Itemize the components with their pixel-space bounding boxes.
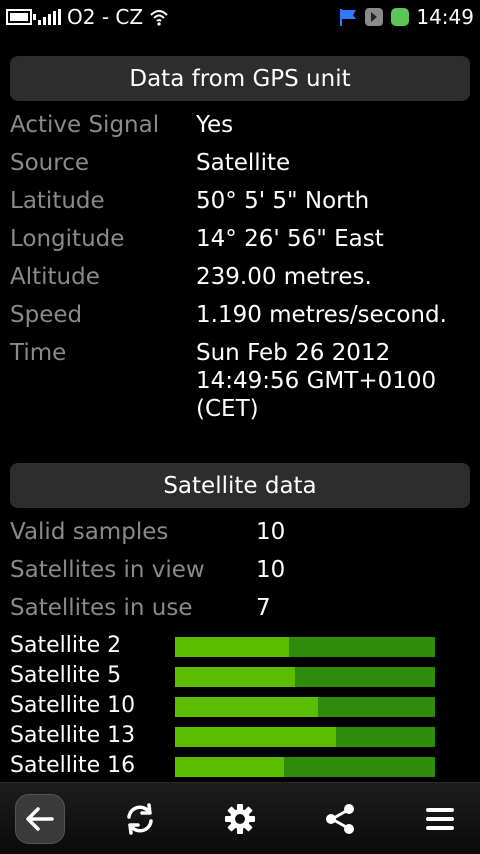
active-signal-value: Yes [196,112,234,138]
satellite-signal-bar [175,637,435,657]
satellite-signal-fill [175,757,285,777]
satellite-name: Satellite 5 [10,663,122,688]
gps-app-icon [365,8,384,26]
satellites-in-view-value: 10 [256,557,286,583]
satellite-signal-fill [175,637,290,657]
signal-strength-icon [38,9,61,25]
menu-button[interactable] [415,794,465,844]
share-icon [326,804,354,834]
share-button[interactable] [315,794,365,844]
time-value-line-1: Sun Feb 26 2012 [196,340,391,366]
latitude-value: 50° 5' 5" North [196,188,370,214]
source-label: Source [10,150,89,176]
satellite-signal-bar [175,697,435,717]
bottom-toolbar [0,782,480,854]
wifi-icon [150,10,168,26]
satellite-name: Satellite 2 [10,633,122,658]
gear-icon [225,804,255,834]
altitude-value: 239.00 metres. [196,264,372,290]
latitude-label: Latitude [10,188,105,214]
time-value-line-2: 14:49:56 GMT+0100 [196,368,437,394]
carrier-name: O2 - CZ [67,5,144,29]
longitude-label: Longitude [10,226,125,252]
satellites-in-view-label: Satellites in view [10,557,205,583]
satellite-signal-bar [175,667,435,687]
speed-value: 1.190 metres/second. [196,302,447,328]
satellite-signal-fill [175,727,337,747]
valid-samples-label: Valid samples [10,519,169,545]
time-label: Time [10,340,67,366]
flag-icon [340,9,357,26]
status-left: O2 - CZ [6,5,169,29]
menu-icon [426,808,454,830]
battery-icon [6,9,36,25]
altitude-label: Altitude [10,264,100,290]
settings-button[interactable] [215,794,265,844]
refresh-button[interactable] [115,794,165,844]
satellites-in-use-value: 7 [256,595,271,621]
satellite-signal-fill [175,667,295,687]
status-right: 14:49 [338,5,474,29]
speed-label: Speed [10,302,83,328]
satellite-signal-bar [175,757,435,777]
active-signal-label: Active Signal [10,112,160,138]
satellite-name: Satellite 16 [10,753,136,778]
longitude-value: 14° 26' 56" East [196,226,384,252]
satellite-name: Satellite 10 [10,693,136,718]
status-bar: O2 - CZ 14:49 [0,0,480,34]
satellites-in-use-label: Satellites in use [10,595,193,621]
notification-icon [391,8,410,26]
back-arrow-icon [26,807,54,831]
satellite-name: Satellite 13 [10,723,136,748]
refresh-icon [127,803,153,835]
satellite-signal-fill [175,697,318,717]
back-button[interactable] [15,794,65,844]
satellite-section-header: Satellite data [10,463,470,508]
valid-samples-value: 10 [256,519,286,545]
source-value: Satellite [196,150,291,176]
time-value-line-3: (CET) [196,396,259,422]
clock: 14:49 [416,5,474,29]
gps-section-header: Data from GPS unit [10,56,470,101]
satellite-signal-bar [175,727,435,747]
